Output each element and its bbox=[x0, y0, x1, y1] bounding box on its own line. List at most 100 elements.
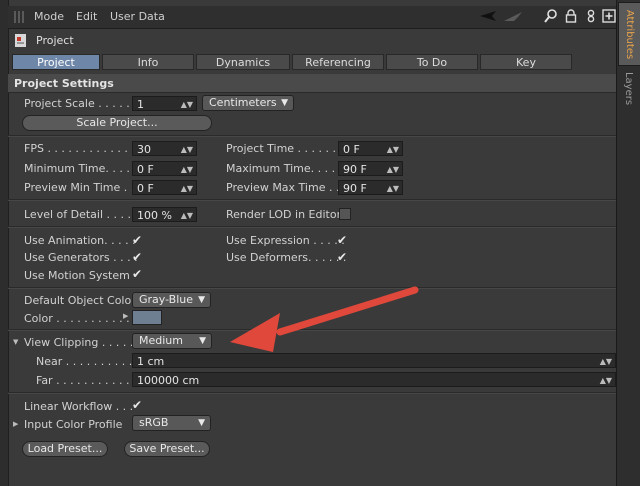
chevron-down-icon: ▼ bbox=[199, 336, 206, 346]
preview-max-time-field[interactable]: 90 F ▲▼ bbox=[338, 180, 403, 195]
menu-user-data[interactable]: User Data bbox=[110, 10, 165, 23]
scale-project-button[interactable]: Scale Project... bbox=[22, 115, 212, 131]
chevron-down-icon: ▼ bbox=[198, 418, 205, 428]
default-object-color-label: Default Object Color bbox=[24, 294, 136, 307]
new-panel-icon[interactable] bbox=[602, 9, 616, 23]
maximum-time-value: 90 F bbox=[343, 163, 367, 176]
tab-layers[interactable]: Layers bbox=[618, 66, 640, 110]
project-time-value: 0 F bbox=[343, 143, 360, 156]
near-field[interactable]: 1 cm ▲▼ bbox=[132, 353, 616, 368]
divider bbox=[8, 135, 616, 137]
preview-max-time-label: Preview Max Time . . . bbox=[226, 181, 347, 194]
project-icon bbox=[14, 33, 28, 48]
tab-to-do[interactable]: To Do bbox=[386, 54, 478, 70]
use-deformers-label: Use Deformers. . . . . . bbox=[226, 251, 347, 264]
use-motion-system-label: Use Motion System bbox=[24, 269, 130, 282]
tab-project-settings[interactable]: Project Settings bbox=[12, 54, 100, 85]
input-color-profile-dropdown[interactable]: sRGB ▼ bbox=[132, 415, 211, 431]
side-tab-strip: Attributes Layers bbox=[616, 0, 640, 486]
linear-workflow-checkbox[interactable]: ✔ bbox=[132, 399, 142, 411]
preview-min-time-field[interactable]: 0 F ▲▼ bbox=[132, 180, 197, 195]
page-title: Project bbox=[36, 34, 74, 47]
project-scale-unit-dropdown[interactable]: Centimeters ▼ bbox=[202, 95, 294, 111]
input-color-profile-label: Input Color Profile bbox=[24, 418, 123, 431]
link-icon[interactable] bbox=[584, 9, 598, 23]
spinner-icon[interactable]: ▲▼ bbox=[600, 354, 612, 369]
save-preset-button[interactable]: Save Preset... bbox=[124, 441, 210, 457]
section-title: Project Settings bbox=[14, 77, 114, 90]
use-motion-system-checkbox[interactable]: ✔ bbox=[132, 268, 142, 280]
maximum-time-field[interactable]: 90 F ▲▼ bbox=[338, 161, 403, 176]
spinner-icon[interactable]: ▲▼ bbox=[600, 373, 612, 388]
view-clipping-dropdown[interactable]: Medium ▼ bbox=[132, 333, 212, 349]
tab-bar: Project Settings Info Dynamics Referenci… bbox=[8, 52, 616, 85]
expand-arrow-icon[interactable]: ▶ bbox=[13, 420, 18, 428]
divider bbox=[8, 392, 616, 394]
project-scale-field[interactable]: 1 ▲▼ bbox=[132, 96, 197, 111]
render-lod-checkbox[interactable] bbox=[339, 208, 351, 220]
tab-dynamics[interactable]: Dynamics bbox=[196, 54, 290, 70]
linear-workflow-label: Linear Workflow . . . bbox=[24, 400, 134, 413]
minimum-time-field[interactable]: 0 F ▲▼ bbox=[132, 161, 197, 176]
default-object-color-value: Gray-Blue bbox=[139, 293, 194, 306]
far-label: Far . . . . . . . . . . . . . bbox=[36, 374, 144, 387]
spinner-icon[interactable]: ▲▼ bbox=[387, 162, 399, 177]
expand-arrow-icon[interactable]: ▶ bbox=[123, 312, 128, 320]
project-scale-unit-value: Centimeters bbox=[209, 96, 277, 109]
minimum-time-value: 0 F bbox=[137, 163, 154, 176]
divider bbox=[8, 199, 616, 201]
tab-referencing[interactable]: Referencing bbox=[292, 54, 384, 70]
maximum-time-label: Maximum Time. . . . . . . bbox=[226, 162, 357, 175]
spinner-icon[interactable]: ▲▼ bbox=[181, 181, 193, 196]
object-header: Project bbox=[8, 30, 616, 52]
lock-icon[interactable] bbox=[564, 9, 578, 23]
tab-key-interpolation[interactable]: Key Interpolation bbox=[480, 54, 572, 85]
use-generators-label: Use Generators . . . . bbox=[24, 251, 138, 264]
use-animation-checkbox[interactable]: ✔ bbox=[132, 234, 142, 246]
default-object-color-dropdown[interactable]: Gray-Blue ▼ bbox=[132, 292, 211, 308]
level-of-detail-field[interactable]: 100 % ▲▼ bbox=[132, 207, 197, 222]
project-scale-label: Project Scale . . . . . . bbox=[24, 97, 137, 110]
near-value: 1 cm bbox=[137, 355, 165, 368]
spinner-icon[interactable]: ▲▼ bbox=[387, 142, 399, 157]
menu-edit[interactable]: Edit bbox=[76, 10, 97, 23]
spinner-icon[interactable]: ▲▼ bbox=[181, 142, 193, 157]
far-field[interactable]: 100000 cm ▲▼ bbox=[132, 372, 616, 387]
color-swatch[interactable] bbox=[132, 310, 162, 325]
load-preset-button[interactable]: Load Preset... bbox=[22, 441, 108, 457]
spinner-icon[interactable]: ▲▼ bbox=[387, 181, 399, 196]
spinner-icon[interactable]: ▲▼ bbox=[181, 208, 193, 223]
arrow-up-icon[interactable] bbox=[502, 9, 524, 23]
preview-min-time-label: Preview Min Time . . bbox=[24, 181, 135, 194]
level-of-detail-label: Level of Detail . . . . . bbox=[24, 208, 139, 221]
spinner-icon[interactable]: ▲▼ bbox=[181, 162, 193, 177]
menu-bar: Mode Edit User Data bbox=[8, 6, 616, 29]
preview-min-time-value: 0 F bbox=[137, 182, 154, 195]
tab-attributes-label: Attributes bbox=[624, 9, 636, 59]
fps-label: FPS . . . . . . . . . . . . . . . bbox=[24, 142, 149, 155]
collapse-arrow-icon[interactable]: ▼ bbox=[13, 338, 18, 346]
render-lod-label: Render LOD in Editor bbox=[226, 208, 342, 221]
chevron-down-icon: ▼ bbox=[281, 98, 288, 108]
menu-mode[interactable]: Mode bbox=[34, 10, 64, 23]
project-scale-value: 1 bbox=[137, 98, 144, 111]
use-deformers-checkbox[interactable]: ✔ bbox=[337, 251, 347, 263]
left-panel-edge bbox=[0, 0, 9, 486]
preview-max-time-value: 90 F bbox=[343, 182, 367, 195]
fps-value: 30 bbox=[137, 143, 151, 156]
tab-attributes[interactable]: Attributes bbox=[618, 2, 640, 66]
fps-field[interactable]: 30 ▲▼ bbox=[132, 141, 197, 156]
use-animation-label: Use Animation. . . . . bbox=[24, 234, 136, 247]
project-time-field[interactable]: 0 F ▲▼ bbox=[338, 141, 403, 156]
view-clipping-label: View Clipping . . . . . bbox=[24, 336, 134, 349]
grip-icon[interactable] bbox=[14, 11, 26, 23]
project-time-label: Project Time . . . . . . . . bbox=[226, 142, 350, 155]
arrow-left-icon[interactable] bbox=[478, 9, 498, 23]
spinner-icon[interactable]: ▲▼ bbox=[181, 97, 193, 112]
tab-info[interactable]: Info bbox=[102, 54, 194, 70]
chevron-down-icon: ▼ bbox=[198, 295, 205, 305]
section-header: Project Settings bbox=[8, 74, 616, 93]
search-icon[interactable] bbox=[544, 9, 558, 23]
use-generators-checkbox[interactable]: ✔ bbox=[132, 251, 142, 263]
use-expression-checkbox[interactable]: ✔ bbox=[337, 234, 347, 246]
